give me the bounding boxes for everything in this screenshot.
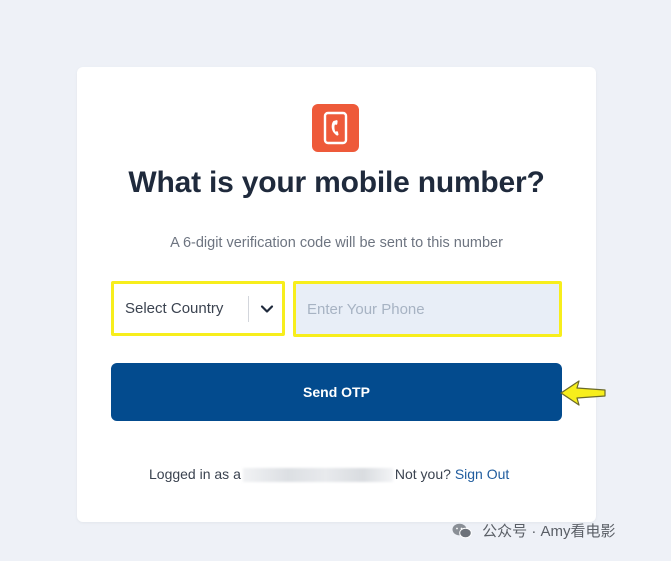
watermark-text: 公众号 · Amy看电影 — [482, 523, 616, 540]
phone-app-logo-icon — [312, 104, 359, 152]
page-subtitle: A 6-digit verification code will be sent… — [170, 235, 503, 251]
page-title: What is your mobile number? — [128, 166, 545, 199]
send-otp-button[interactable]: Send OTP — [111, 363, 562, 421]
sign-out-link[interactable]: Sign Out — [455, 466, 509, 482]
not-you-text: Not you? — [394, 466, 451, 482]
country-select-divider — [248, 296, 249, 322]
chevron-down-icon[interactable] — [259, 301, 275, 317]
phone-app-logo-glyph — [323, 111, 348, 145]
logged-in-footer: Logged in as a Not you? Sign Out — [149, 466, 509, 483]
logged-in-prefix: Logged in as — [149, 466, 230, 482]
watermark: 公众号 · Amy看电影 — [452, 520, 616, 541]
login-card: What is your mobile number? A 6-digit ve… — [77, 67, 596, 522]
country-select-label: Select Country — [125, 300, 224, 317]
username-partial: a — [233, 466, 241, 482]
redacted-username — [242, 468, 393, 483]
country-select[interactable]: Select Country — [111, 281, 285, 336]
yellow-arrow-marker-icon — [560, 380, 606, 406]
wechat-icon — [452, 523, 472, 539]
phone-input[interactable] — [293, 281, 562, 337]
